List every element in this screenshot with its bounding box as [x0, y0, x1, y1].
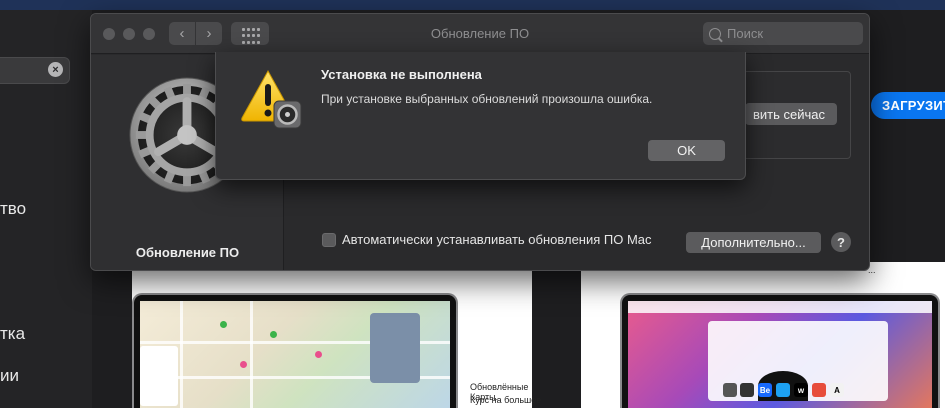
ok-button[interactable]: OK: [648, 140, 725, 161]
sidebar-item-partial-2[interactable]: тка: [0, 324, 25, 344]
card-divider: [560, 262, 563, 408]
alert-title: Установка не выполнена: [321, 67, 482, 82]
clear-icon[interactable]: ×: [48, 62, 63, 77]
search-placeholder: Поиск: [727, 26, 764, 41]
advanced-button[interactable]: Дополнительно...: [686, 232, 821, 253]
card-caption-subtitle: Курс на большее: [470, 395, 542, 405]
window-titlebar: ‹ › Обновление ПО Поиск: [91, 14, 869, 54]
download-button[interactable]: ЗАГРУЗИТ: [871, 92, 945, 119]
auto-update-row[interactable]: Автоматически устанавливать обновления П…: [322, 232, 652, 247]
search-icon: [709, 27, 721, 40]
sidebar-item-partial-1[interactable]: тво: [0, 199, 26, 219]
pane-title: Обновление ПО: [135, 245, 240, 260]
alert-message: При установке выбранных обновлений произ…: [321, 92, 653, 106]
auto-update-checkbox[interactable]: [322, 232, 336, 247]
laptop-image: Be w A: [620, 293, 940, 408]
laptop-image: [132, 293, 458, 408]
feature-card-macos[interactable]: Be w A: [581, 262, 945, 408]
top-menu-strip: [0, 0, 945, 10]
install-failed-alert: Установка не выполнена При установке выб…: [215, 52, 746, 180]
update-now-button[interactable]: вить сейчас: [745, 103, 837, 125]
help-button[interactable]: ?: [831, 232, 851, 252]
warning-icon: [241, 69, 302, 129]
search-input[interactable]: Поиск: [703, 22, 863, 45]
sidebar-item-partial-3[interactable]: ии: [0, 366, 19, 386]
auto-update-label[interactable]: Автоматически устанавливать обновления П…: [342, 232, 652, 247]
